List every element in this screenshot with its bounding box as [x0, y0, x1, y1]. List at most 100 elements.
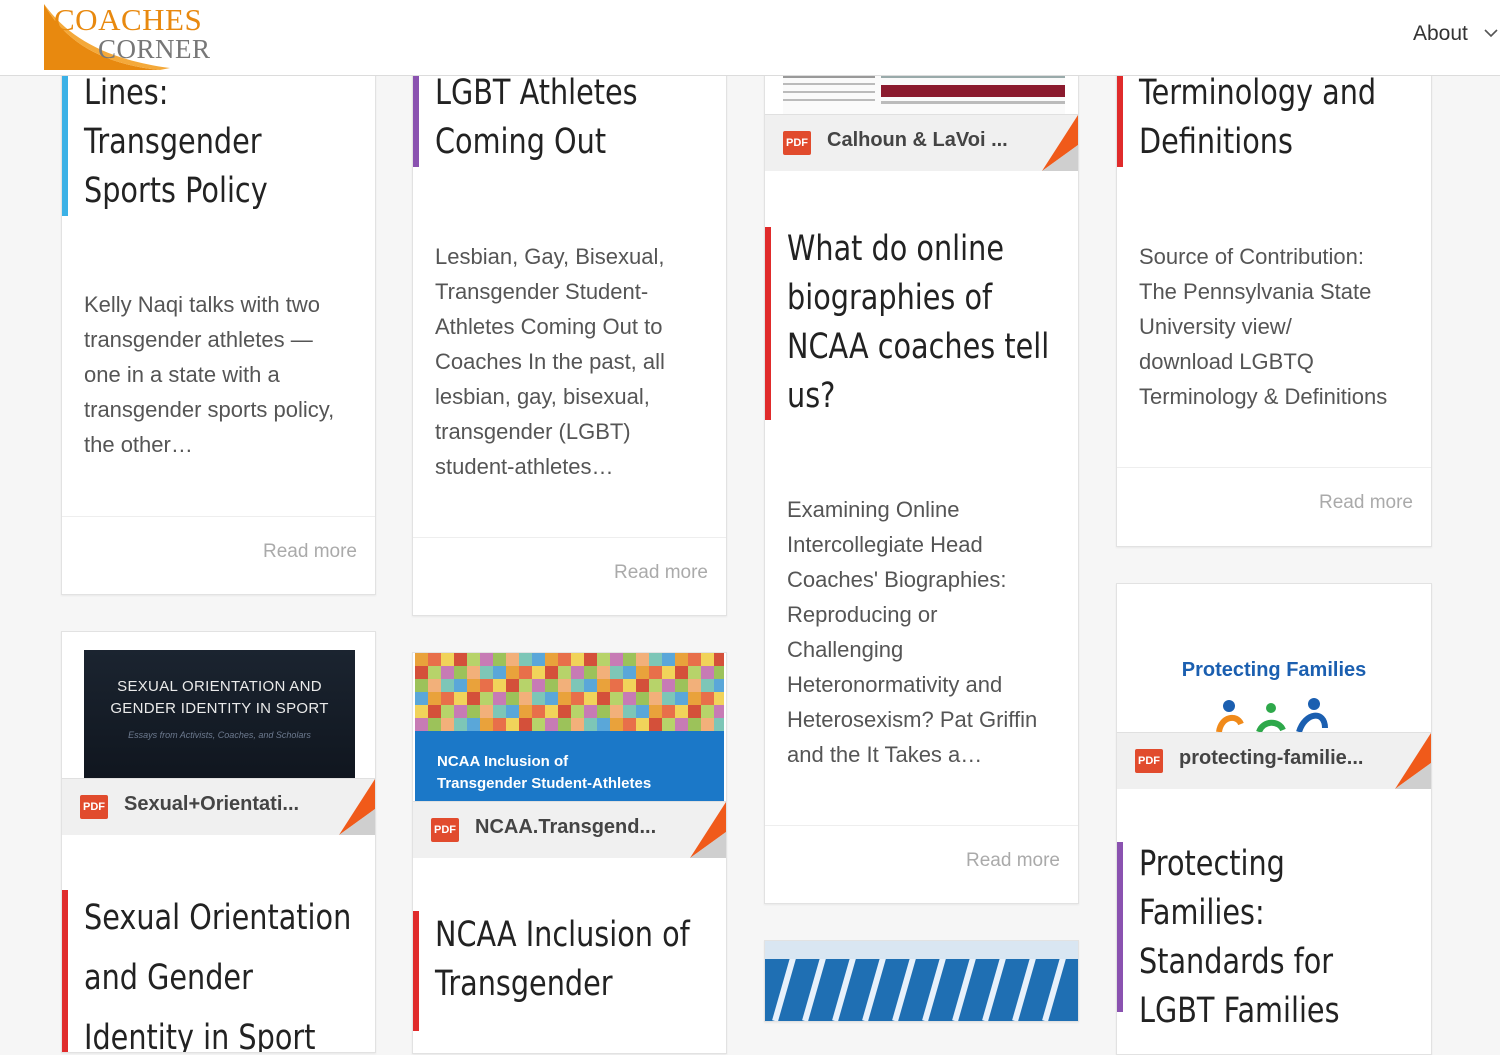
mosaic-tile: [584, 666, 597, 679]
mosaic-tile: [480, 653, 493, 666]
post-card-lgbt-athletes[interactable]: LGBT Athletes Coming Out Lesbian, Gay, B…: [412, 0, 727, 616]
title-line: Standards for: [1139, 942, 1334, 982]
pdf-attachment-bar[interactable]: PDF Calhoun & LaVoi ...: [765, 114, 1078, 171]
post-card-online-biographies[interactable]: PDF Calhoun & LaVoi ... What do online b…: [764, 0, 1079, 904]
pdf-filename[interactable]: protecting-familie...: [1179, 747, 1363, 770]
card-divider: [765, 825, 1078, 826]
mosaic-tile: [714, 718, 726, 731]
mosaic-tile: [597, 692, 610, 705]
excerpt-line: Reproducing or: [787, 602, 938, 627]
excerpt-line: The Pennsylvania State: [1139, 279, 1372, 304]
read-more-link[interactable]: Read more: [614, 562, 708, 584]
mosaic-tile: [662, 705, 675, 718]
title-line: Definitions: [1139, 122, 1293, 162]
excerpt-line: Coaches In the past, all: [435, 349, 665, 374]
pdf-filename[interactable]: Sexual+Orientati...: [124, 793, 299, 816]
mosaic-tile: [415, 653, 428, 666]
mosaic-tile: [506, 679, 519, 692]
page-curl-icon: [339, 779, 375, 835]
mosaic-tile: [428, 692, 441, 705]
post-title[interactable]: NCAA Inclusion of Transgender: [435, 911, 690, 1009]
thumbnail-title-line: NCAA Inclusion of: [437, 753, 569, 770]
document-thumbnail[interactable]: [783, 71, 1065, 115]
mosaic-tile: [493, 718, 506, 731]
pdf-attachment-bar[interactable]: PDF Sexual+Orientati...: [62, 778, 375, 835]
mosaic-tile: [584, 692, 597, 705]
pdf-attachment-bar[interactable]: PDF protecting-familie...: [1117, 732, 1431, 789]
excerpt-line: Heterosexism? Pat Griffin: [787, 707, 1038, 732]
title-line: Transgender: [435, 964, 613, 1004]
post-card-ncaa-inclusion[interactable]: NCAA Inclusion of Transgender Student-At…: [412, 652, 727, 1054]
read-more-link[interactable]: Read more: [1319, 492, 1413, 514]
document-cover-thumbnail[interactable]: NCAA Inclusion of Transgender Student-At…: [415, 653, 726, 801]
mosaic-tile: [597, 705, 610, 718]
mosaic-tile: [714, 679, 726, 692]
excerpt-line: transgender (LGBT): [435, 419, 631, 444]
excerpt-line: and the It Takes a…: [787, 742, 983, 767]
mosaic-tile: [714, 666, 726, 679]
title-line: What do online: [787, 229, 1004, 269]
post-title[interactable]: What do online biographies of NCAA coach…: [787, 225, 1049, 421]
mosaic-tile: [454, 705, 467, 718]
post-excerpt: Examining Online Intercollegiate Head Co…: [787, 492, 1037, 772]
mosaic-tile: [571, 679, 584, 692]
book-cover-thumbnail[interactable]: SEXUAL ORIENTATION AND GENDER IDENTITY I…: [84, 650, 355, 778]
mosaic-tile: [441, 666, 454, 679]
post-excerpt: Kelly Naqi talks with two transgender at…: [84, 287, 334, 462]
mosaic-tile: [597, 653, 610, 666]
pdf-filename[interactable]: NCAA.Transgend...: [475, 816, 656, 839]
post-title[interactable]: Sexual Orientation and Gender Identity i…: [84, 888, 351, 1052]
mosaic-tile: [506, 666, 519, 679]
mosaic-tile: [480, 718, 493, 731]
mosaic-tile: [480, 705, 493, 718]
mosaic-tile: [636, 666, 649, 679]
post-title[interactable]: Lines: Transgender Sports Policy: [84, 69, 268, 216]
mosaic-tile: [610, 679, 623, 692]
mosaic-tile: [714, 705, 726, 718]
document-cover-thumbnail[interactable]: Protecting Families: [1119, 584, 1429, 732]
post-card-image[interactable]: [764, 940, 1079, 1022]
chevron-down-icon[interactable]: [1484, 28, 1498, 38]
mosaic-tile: [467, 718, 480, 731]
page-curl-icon: [1042, 115, 1078, 171]
mosaic-tile: [441, 679, 454, 692]
mosaic-tile: [649, 653, 662, 666]
post-title[interactable]: Terminology and Definitions: [1139, 69, 1376, 167]
pdf-attachment-bar[interactable]: PDF NCAA.Transgend...: [413, 801, 726, 858]
mosaic-tile: [688, 666, 701, 679]
post-title[interactable]: LGBT Athletes Coming Out: [435, 69, 638, 167]
excerpt-line: University view/: [1139, 314, 1292, 339]
mosaic-tile: [701, 653, 714, 666]
mosaic-tile: [467, 705, 480, 718]
post-title[interactable]: Protecting Families: Standards for LGBT …: [1139, 840, 1340, 1036]
post-card-terminology[interactable]: Terminology and Definitions Source of Co…: [1116, 0, 1432, 547]
mosaic-tile: [636, 679, 649, 692]
mosaic-tile: [675, 653, 688, 666]
post-card-transgender-sports[interactable]: Lines: Transgender Sports Policy Kelly N…: [61, 0, 376, 595]
excerpt-line: transgender sports policy,: [84, 397, 335, 422]
mosaic-tile: [623, 692, 636, 705]
read-more-link[interactable]: Read more: [966, 850, 1060, 872]
mosaic-tile: [636, 653, 649, 666]
mosaic-tile: [532, 653, 545, 666]
nav-about-link[interactable]: About: [1413, 22, 1468, 46]
title-line: Protecting: [1139, 844, 1285, 884]
excerpt-line: Lesbian, Gay, Bisexual,: [435, 244, 665, 269]
mosaic-tile: [545, 666, 558, 679]
pdf-filename[interactable]: Calhoun & LaVoi ...: [827, 129, 1008, 152]
post-card-sexual-orientation[interactable]: SEXUAL ORIENTATION AND GENDER IDENTITY I…: [61, 631, 376, 1053]
mosaic-tile: [584, 679, 597, 692]
excerpt-line: the other…: [84, 432, 193, 457]
title-accent-bar: [62, 890, 68, 1052]
mosaic-tile: [688, 653, 701, 666]
thumbnail-title-line: GENDER IDENTITY IN SPORT: [110, 700, 329, 717]
mosaic-tile: [662, 692, 675, 705]
mosaic-tile: [584, 705, 597, 718]
mosaic-tile: [571, 653, 584, 666]
mosaic-tile: [506, 653, 519, 666]
mosaic-tile: [675, 718, 688, 731]
mosaic-tile: [662, 653, 675, 666]
read-more-link[interactable]: Read more: [263, 541, 357, 563]
post-card-protecting-families[interactable]: Protecting Families PDF protecting-famil…: [1116, 583, 1432, 1055]
coaches-corner-logo[interactable]: COACHES CORNER: [40, 0, 225, 72]
